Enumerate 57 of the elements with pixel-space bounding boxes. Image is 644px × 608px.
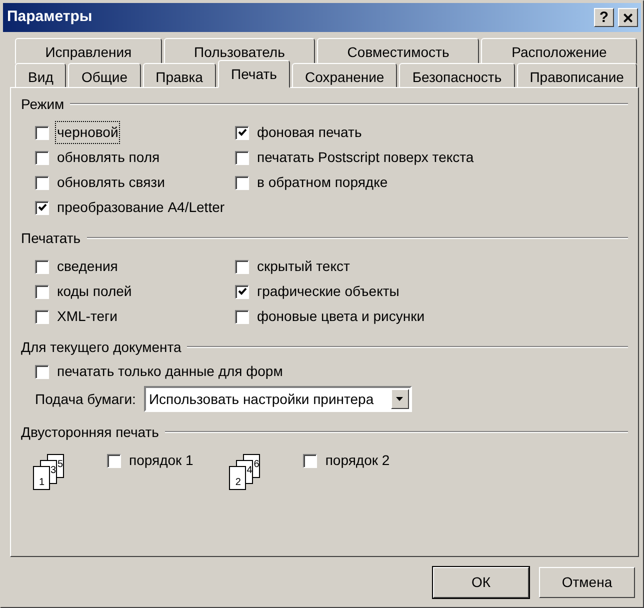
checkbox-label[interactable]: преобразование A4/Letter [55, 196, 227, 219]
checkbox-label[interactable]: фоновая печать [255, 121, 364, 144]
cancel-button[interactable]: Отмена [539, 567, 635, 598]
checkbox-label[interactable]: печатать только данные для форм [55, 360, 285, 383]
checkbox-label[interactable]: XML-теги [55, 305, 120, 328]
checkbox-label[interactable]: фоновые цвета и рисунки [255, 305, 427, 328]
checkbox[interactable] [303, 454, 318, 468]
tab[interactable]: Сохранение [292, 63, 398, 88]
checkbox[interactable] [35, 150, 49, 164]
checkbox[interactable] [235, 284, 249, 298]
checkbox[interactable] [235, 260, 249, 274]
checkbox[interactable] [35, 200, 49, 214]
page-stack-drawing: 5 3 1 [33, 454, 69, 502]
checkbox-label[interactable]: сведения [55, 255, 120, 278]
checkbox-label[interactable]: графические объекты [255, 280, 402, 303]
section-title: Двусторонняя печать [21, 422, 159, 442]
checkbox-label[interactable]: в обратном порядке [255, 171, 390, 194]
tab[interactable]: Печать [218, 60, 290, 88]
checkbox[interactable] [235, 150, 249, 164]
checkbox[interactable] [35, 126, 49, 140]
checkbox[interactable] [35, 310, 49, 324]
tab[interactable]: Общие [68, 63, 141, 88]
checkbox-label[interactable]: скрытый текст [255, 255, 352, 278]
tab[interactable]: Безопасность [399, 63, 515, 88]
checkbox[interactable] [35, 260, 49, 274]
checkbox-label[interactable]: обновлять поля [55, 146, 162, 169]
checkbox-label[interactable]: обновлять связи [55, 171, 167, 194]
help-button[interactable]: ? [594, 8, 614, 27]
tab[interactable]: Исправления [15, 38, 162, 64]
paper-source-select[interactable]: Использовать настройки принтера [144, 386, 412, 412]
checkbox-label[interactable]: порядок 1 [127, 449, 196, 472]
tab[interactable]: Правописание [516, 63, 638, 88]
checkbox[interactable] [35, 176, 49, 190]
checkbox[interactable] [235, 176, 249, 190]
checkbox[interactable] [35, 284, 49, 298]
page-stack-drawing: 6 4 2 [229, 454, 266, 502]
dropdown-arrow-icon [396, 397, 404, 401]
section-title: Печатать [21, 228, 81, 248]
ok-button[interactable]: ОК [433, 567, 529, 598]
section-title: Для текущего документа [21, 338, 182, 357]
checkbox[interactable] [235, 310, 249, 324]
tab[interactable]: Совместимость [317, 38, 480, 64]
checkbox[interactable] [235, 126, 249, 140]
section-title: Режим [21, 94, 64, 114]
select-label: Подача бумаги: [35, 390, 136, 409]
window-title: Параметры [7, 7, 94, 28]
checkbox[interactable] [35, 364, 49, 378]
close-button[interactable]: × [618, 8, 638, 27]
checkbox-label[interactable]: порядок 2 [323, 449, 392, 472]
checkbox-label[interactable]: черновой [55, 121, 120, 144]
checkbox[interactable] [107, 454, 121, 468]
tab[interactable]: Расположение [481, 38, 638, 64]
tab[interactable]: Пользователь [164, 38, 316, 64]
checkbox-label[interactable]: коды полей [55, 280, 134, 303]
checkbox-label[interactable]: печатать Postscript поверх текста [255, 146, 476, 169]
tab[interactable]: Вид [15, 63, 66, 88]
tab[interactable]: Правка [142, 63, 216, 88]
